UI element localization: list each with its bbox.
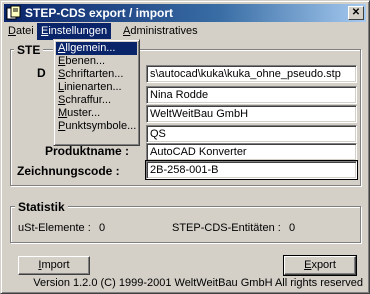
step-group-title: STE	[14, 43, 44, 57]
import-button[interactable]: Import	[18, 256, 90, 275]
menu-datei-rest: atei	[15, 25, 34, 37]
dropdown-item-ebenen[interactable]: Ebenen...	[56, 55, 137, 68]
dd-rest: chraffur...	[65, 94, 111, 106]
dropdown-item-schraffur[interactable]: Schraffur...	[56, 94, 137, 107]
dropdown-item-schriftarten[interactable]: Schriftarten...	[56, 68, 137, 81]
qs-field[interactable]: QS	[146, 125, 357, 143]
einstellungen-dropdown: Allgemein... Ebenen... Schriftarten... L…	[53, 39, 140, 146]
dd-rest: uster...	[67, 107, 101, 119]
ust-label: uSt-Elemente :	[18, 222, 91, 234]
dd-rest: inienarten...	[64, 81, 122, 93]
dropdown-item-allgemein[interactable]: Allgemein...	[56, 42, 137, 55]
dropdown-item-linienarten[interactable]: Linienarten...	[56, 81, 137, 94]
menu-datei[interactable]: Datei	[4, 23, 38, 40]
menu-datei-accel: D	[8, 25, 16, 37]
app-icon	[6, 5, 21, 20]
export-rest: xport	[311, 259, 336, 271]
ust-value: 0	[99, 222, 106, 234]
menu-einstellungen[interactable]: Einstellungen	[37, 23, 112, 40]
label-partial: D	[37, 66, 46, 80]
stats-title: Statistik	[15, 200, 68, 214]
dd-accel: M	[58, 107, 68, 119]
menu-einstellungen-rest: instellungen	[48, 25, 108, 37]
dropdown-item-punktsymbole[interactable]: Punktsymbole...	[56, 120, 137, 133]
label-zeichnungscode: Zeichnungscode :	[17, 164, 120, 178]
file-path-field[interactable]: s\autocad\kuka\kuka_ohne_pseudo.stp	[146, 65, 357, 83]
cds-label: STEP-CDS-Entitäten :	[172, 222, 281, 234]
title-bar[interactable]: STEP-CDS export / import ✕	[4, 4, 366, 22]
company-field[interactable]: WeltWeitBau GmbH	[146, 105, 357, 123]
main-window: STEP-CDS export / import ✕ Datei Einstel…	[0, 0, 370, 294]
import-rest: mport	[41, 259, 70, 271]
dd-rest: llgemein...	[65, 42, 116, 54]
export-button[interactable]: Export	[283, 255, 357, 276]
menu-administratives-rest: dministratives	[130, 25, 198, 37]
zeichnungscode-field[interactable]: 2B-258-001-B	[145, 160, 358, 180]
footer-text: Version 1.2.0 (C) 1999-2001 WeltWeitBau …	[33, 277, 363, 289]
menu-bar: Datei Einstellungen Administratives	[4, 23, 366, 40]
dropdown-item-muster[interactable]: Muster...	[56, 107, 137, 120]
dd-rest: benen...	[65, 55, 106, 67]
cds-value: 0	[289, 222, 296, 234]
label-produktname: Produktname :	[45, 144, 130, 158]
produktname-field[interactable]: AutoCAD Konverter	[146, 143, 357, 161]
close-button[interactable]: ✕	[348, 6, 364, 20]
window-title: STEP-CDS export / import	[25, 6, 174, 20]
menu-administratives[interactable]: Administratives	[119, 23, 202, 40]
dd-rest: chriftarten...	[65, 68, 124, 80]
author-field[interactable]: Nina Rodde	[146, 86, 357, 104]
dd-rest: unktsymbole...	[65, 120, 137, 132]
